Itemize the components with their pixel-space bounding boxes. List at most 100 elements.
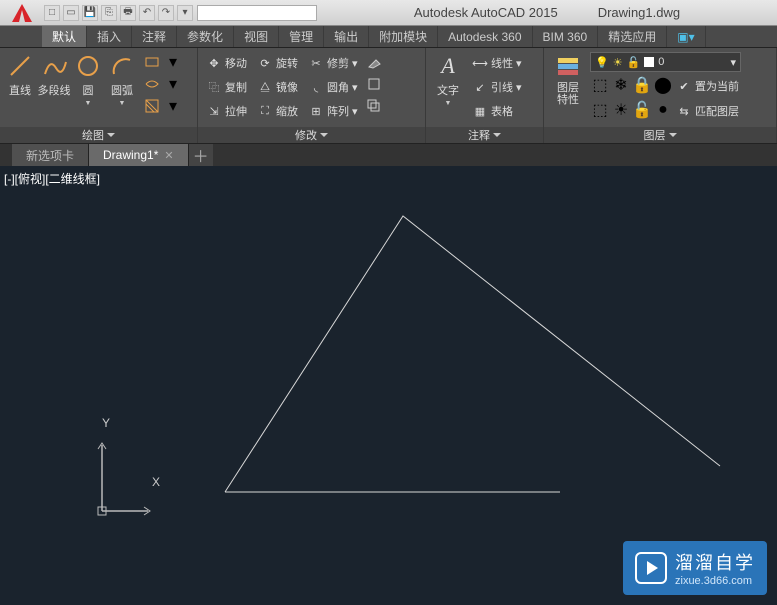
tab-insert[interactable]: 插入 [87,26,132,47]
panel-layers: 图层特性 💡 ☀ 🔓 0 ▾ ⬚ ❄ 🔒 ⬤ ✔置为当前 [544,48,777,143]
qat-undo-icon[interactable]: ↶ [139,5,155,21]
tab-view[interactable]: 视图 [234,26,279,47]
mirror-button[interactable]: ⧋镜像 [253,76,302,98]
qat-saveas-icon[interactable]: ⎘ [101,5,117,21]
array-button[interactable]: ⊞阵列 ▾ [304,100,362,122]
layer-properties-button[interactable]: 图层特性 [548,50,588,127]
sun-icon: ☀ [613,56,623,69]
line-label: 直线 [9,82,31,98]
layer-thaw-icon[interactable]: ☀ [611,100,631,120]
panel-draw-title[interactable]: 绘图 [0,127,197,143]
trim-button[interactable]: ✂修剪 ▾ [304,52,362,74]
layer-combo[interactable]: 💡 ☀ 🔓 0 ▾ [590,52,741,72]
fillet-button[interactable]: ◟圆角 ▾ [304,76,362,98]
tab-featured[interactable]: 精选应用 [598,26,667,47]
tab-expand-icon[interactable]: ▣▾ [667,26,705,47]
leader-icon: ↙ [472,79,488,95]
line-button[interactable]: 直线 [4,50,36,127]
layer-off-icon[interactable]: ⬤ [653,75,673,95]
layer-properties-icon [554,52,582,80]
match-layer-icon: ⇆ [676,103,692,119]
panel-annotate-title[interactable]: 注释 [426,127,543,143]
table-button[interactable]: ▦表格 [468,100,526,122]
fillet-icon: ◟ [308,79,324,95]
layer-unlock-icon[interactable]: 🔓 [632,100,652,120]
tab-a360[interactable]: Autodesk 360 [438,26,532,47]
panel-modify: ✥移动 ⿻复制 ⇲拉伸 ⟳旋转 ⧋镜像 ⛶缩放 ✂修剪 ▾ ◟圆角 ▾ ⊞阵列 … [198,48,426,143]
tab-addins[interactable]: 附加模块 [369,26,438,47]
layer-uniso-icon[interactable]: ⬚ [590,100,610,120]
move-icon: ✥ [206,55,222,71]
offset-icon[interactable] [364,96,384,116]
match-layer-button[interactable]: ⇆匹配图层 [674,100,741,122]
search-input[interactable] [197,5,317,21]
qat-redo-icon[interactable]: ↷ [158,5,174,21]
layer-lock-icon[interactable]: 🔒 [632,75,652,95]
text-label: 文字 [437,82,459,98]
dropdown-icon[interactable]: ▾ [163,52,183,72]
dim-linear-button[interactable]: ⟷线性 ▾ [468,52,526,74]
bulb-icon: 💡 [595,56,609,69]
move-button[interactable]: ✥移动 [202,52,251,74]
explode-icon[interactable] [364,74,384,94]
qat-save-icon[interactable]: 💾 [82,5,98,21]
doc-tab-drawing1[interactable]: Drawing1*✕ [89,144,189,166]
circle-label: 圆 [83,82,94,98]
polyline-button[interactable]: 多段线 [38,50,70,127]
ellipse-icon[interactable] [142,74,162,94]
close-icon[interactable]: ✕ [164,149,173,162]
quick-access-toolbar: □ ▭ 💾 ⎘ 🖶 ↶ ↷ ▾ [44,5,193,21]
text-icon: A [434,52,462,80]
leader-button[interactable]: ↙引线 ▾ [468,76,526,98]
dropdown-icon[interactable]: ▾ [163,74,183,94]
scale-icon: ⛶ [257,103,273,119]
hatch-icon[interactable] [142,96,162,116]
app-logo[interactable] [4,0,40,26]
layer-name: 0 [658,56,664,68]
lock-icon: 🔓 [627,56,641,69]
qat-new-icon[interactable]: □ [44,5,60,21]
tab-bim360[interactable]: BIM 360 [533,26,599,47]
tab-parametric[interactable]: 参数化 [177,26,234,47]
panel-draw: 直线 多段线 圆▼ 圆弧▼ ▾ ▾ [0,48,198,143]
title-bar: □ ▭ 💾 ⎘ 🖶 ↶ ↷ ▾ Autodesk AutoCAD 2015 Dr… [0,0,777,26]
panel-layers-title[interactable]: 图层 [544,127,776,143]
layer-iso-icon[interactable]: ⬚ [590,75,610,95]
doc-tab-new[interactable]: 新选项卡 [12,144,89,166]
tab-annotate[interactable]: 注释 [132,26,177,47]
copy-button[interactable]: ⿻复制 [202,76,251,98]
qat-print-icon[interactable]: 🖶 [120,5,136,21]
drawing-canvas[interactable]: [-][俯视][二维线框] Y X 溜溜自学 zixue.3d66.com [0,166,777,605]
arc-button[interactable]: 圆弧▼ [106,50,138,127]
circle-button[interactable]: 圆▼ [72,50,104,127]
layer-on-icon[interactable]: ● [653,100,673,120]
rotate-button[interactable]: ⟳旋转 [253,52,302,74]
text-button[interactable]: A 文字▼ [430,50,466,127]
table-icon: ▦ [472,103,488,119]
copy-icon: ⿻ [206,79,222,95]
qat-dropdown-icon[interactable]: ▾ [177,5,193,21]
layer-color-swatch [644,57,654,67]
tab-manage[interactable]: 管理 [279,26,324,47]
stretch-button[interactable]: ⇲拉伸 [202,100,251,122]
dropdown-icon[interactable]: ▾ [163,96,183,116]
rectangle-icon[interactable] [142,52,162,72]
line-icon [6,52,34,80]
tab-default[interactable]: 默认 [42,26,87,47]
panel-modify-title[interactable]: 修改 [198,127,425,143]
tab-output[interactable]: 输出 [324,26,369,47]
trim-icon: ✂ [308,55,324,71]
ribbon: 直线 多段线 圆▼ 圆弧▼ ▾ ▾ [0,48,777,144]
qat-open-icon[interactable]: ▭ [63,5,79,21]
add-tab-button[interactable]: ＋ [189,144,213,166]
erase-icon[interactable] [364,52,384,72]
make-current-icon: ✔ [676,78,692,94]
make-current-button[interactable]: ✔置为当前 [674,75,741,97]
arc-icon [108,52,136,80]
scale-button[interactable]: ⛶缩放 [253,100,302,122]
linear-dim-icon: ⟷ [472,55,488,71]
ucs-icon [94,439,154,519]
ribbon-tabs: 默认 插入 注释 参数化 视图 管理 输出 附加模块 Autodesk 360 … [0,26,777,48]
arc-label: 圆弧 [111,82,133,98]
layer-freeze-icon[interactable]: ❄ [611,75,631,95]
